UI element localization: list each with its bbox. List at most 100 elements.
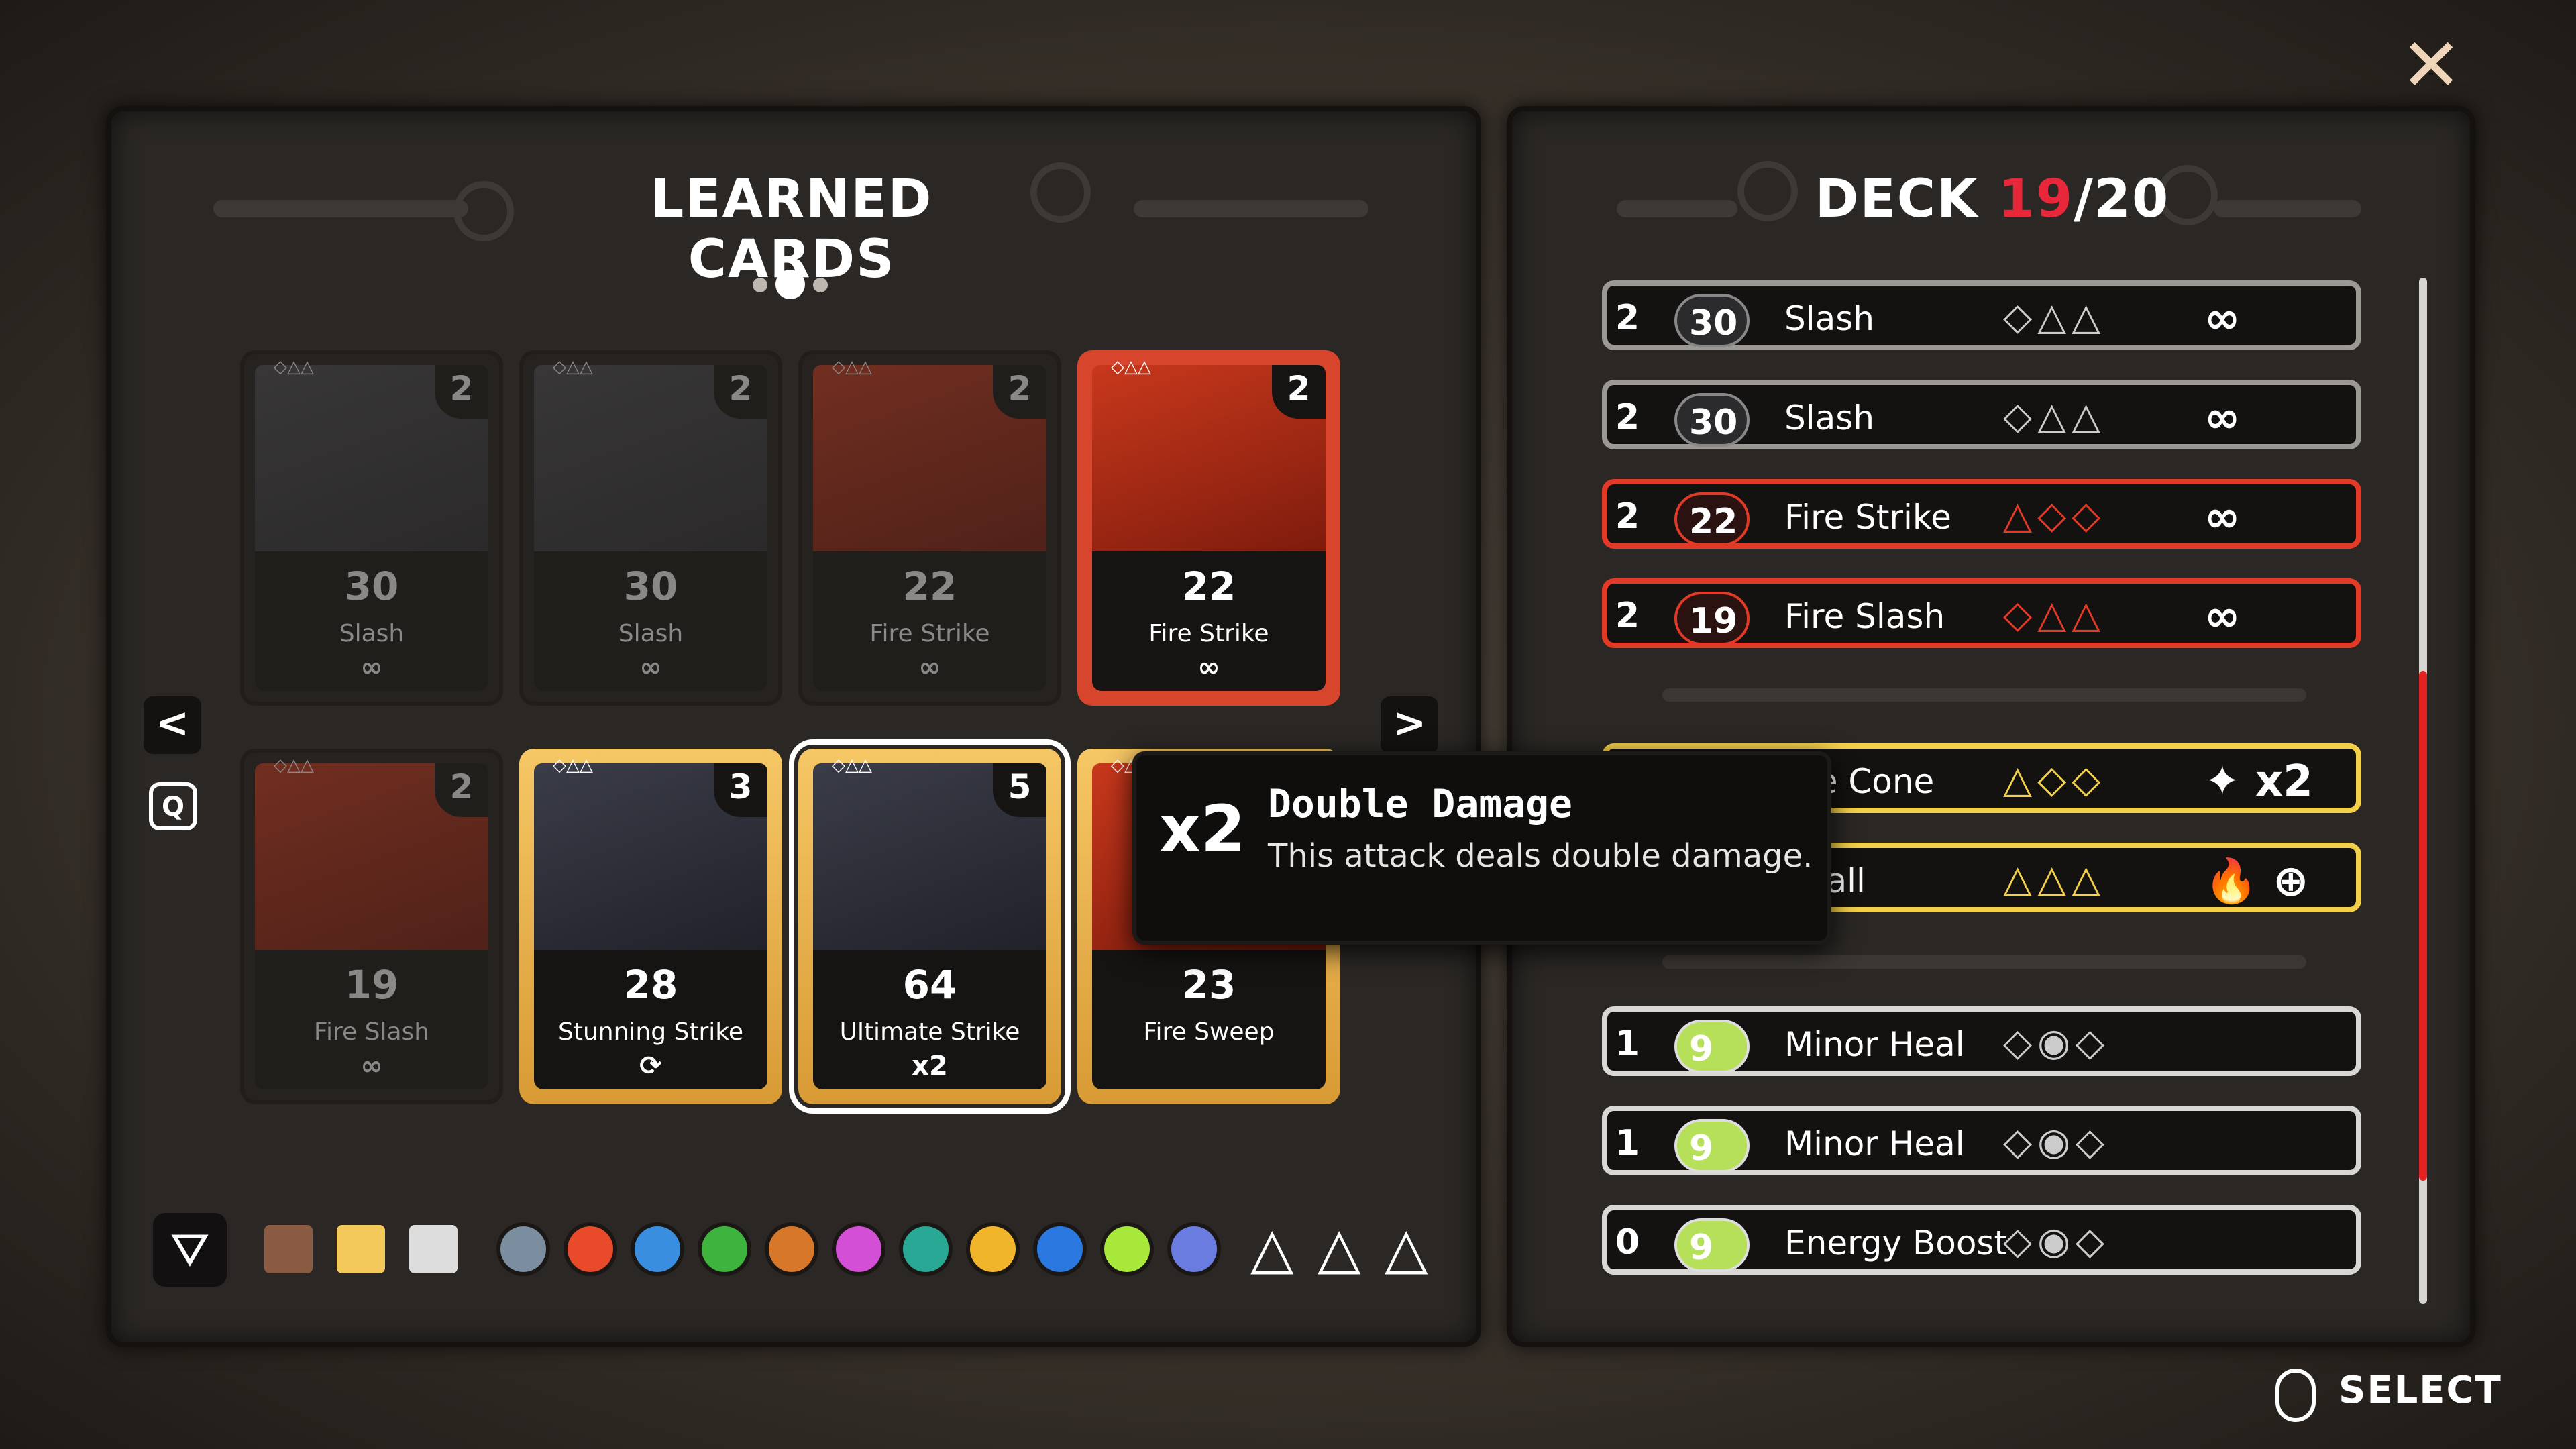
card-slash[interactable]: ◇△△ 2 30 Slash ∞ bbox=[240, 350, 503, 706]
card-cost: 2 bbox=[435, 763, 488, 817]
tooltip: x2 Double Damage This attack deals doubl… bbox=[1132, 751, 1831, 945]
deck-row-pips: △◇◇ bbox=[2003, 758, 2106, 802]
deck-row-end: ∞ bbox=[2204, 492, 2241, 542]
sword-icon[interactable] bbox=[496, 1222, 550, 1276]
deck-row-name: Energy Boost bbox=[1784, 1224, 2008, 1263]
rarity-filter-swatch[interactable] bbox=[409, 1225, 458, 1273]
title-decoration-left bbox=[213, 200, 468, 217]
deck-row-name: Slash bbox=[1784, 398, 1875, 437]
deck-row-name: Fire Slash bbox=[1784, 597, 1945, 636]
fire-icon[interactable] bbox=[564, 1222, 617, 1276]
q-key-hint: Q bbox=[149, 782, 197, 830]
card-cost: 2 bbox=[993, 365, 1046, 419]
deck-row-end: ∞ bbox=[2204, 294, 2241, 343]
card-value: 30 bbox=[623, 564, 678, 609]
deck-row-cost: 1 bbox=[1615, 1024, 1640, 1064]
deck-row-slash[interactable]: 2 30 Slash ◇△△ ∞ bbox=[1602, 380, 2361, 449]
deck-row-end: ∞ bbox=[2204, 592, 2241, 641]
card-tag: ∞ bbox=[360, 1051, 383, 1081]
deck-row-fire-slash[interactable]: 2 19 Fire Slash ◇△△ ∞ bbox=[1602, 578, 2361, 648]
deck-row-cost: 2 bbox=[1615, 397, 1640, 437]
rarity-filter-swatch[interactable] bbox=[337, 1225, 385, 1273]
card-name: Slash bbox=[339, 620, 405, 647]
deck-row-cost: 2 bbox=[1615, 596, 1640, 636]
deck-row-end: ∞ bbox=[2204, 393, 2241, 443]
cost-filter-triangle-icon[interactable]: △ bbox=[1318, 1220, 1361, 1276]
card-tag: ∞ bbox=[1197, 652, 1220, 683]
close-button[interactable]: ✕ bbox=[2400, 28, 2462, 102]
deck-title: DECK 19/20 bbox=[1815, 169, 2170, 229]
deck-row-slash[interactable]: 2 30 Slash ◇△△ ∞ bbox=[1602, 280, 2361, 350]
card-cost: 2 bbox=[714, 365, 767, 419]
card-fire-strike[interactable]: ◇△△ 2 22 Fire Strike ∞ bbox=[1077, 350, 1340, 706]
prev-page-button[interactable]: < bbox=[144, 696, 201, 754]
deck-row-pips: ◇△△ bbox=[2003, 394, 2106, 438]
deck-row-cost: 2 bbox=[1615, 298, 1640, 338]
card-fire-slash[interactable]: ◇△△ 2 19 Fire Slash ∞ bbox=[240, 749, 503, 1104]
ice-icon[interactable] bbox=[631, 1222, 684, 1276]
mouse-icon bbox=[2275, 1368, 2316, 1422]
tooltip-badge: x2 bbox=[1159, 792, 1246, 867]
card-pips: ◇△△ bbox=[274, 755, 314, 775]
card-pips: ◇△△ bbox=[274, 357, 314, 377]
filter-icon[interactable]: ⛛ bbox=[153, 1213, 227, 1287]
card-pips: ◇△△ bbox=[553, 357, 593, 377]
deck-row-end: ✦ x2 bbox=[2204, 757, 2313, 806]
deck-row-pips: △△△ bbox=[2003, 857, 2106, 901]
arcane-icon[interactable] bbox=[832, 1222, 885, 1276]
card-value: 23 bbox=[1181, 962, 1236, 1008]
card-slash[interactable]: ◇△△ 2 30 Slash ∞ bbox=[519, 350, 782, 706]
water-icon[interactable] bbox=[1033, 1222, 1087, 1276]
cost-filter-triangle-icon[interactable]: △ bbox=[1385, 1220, 1428, 1276]
deck-row-pips: △◇◇ bbox=[2003, 494, 2106, 537]
card-stunning-strike[interactable]: ◇△△ 3 28 Stunning Strike ⟳ bbox=[519, 749, 782, 1104]
wind-icon[interactable] bbox=[899, 1222, 953, 1276]
card-fire-strike[interactable]: ◇△△ 2 22 Fire Strike ∞ bbox=[798, 350, 1061, 706]
deck-row-pips: ◇◉◇ bbox=[2003, 1021, 2110, 1065]
card-name: Fire Strike bbox=[1148, 620, 1269, 647]
page-dot[interactable] bbox=[753, 278, 767, 292]
card-name: Fire Strike bbox=[869, 620, 990, 647]
deck-row-pips: ◇△△ bbox=[2003, 593, 2106, 637]
deck-row-value: 30 bbox=[1674, 294, 1750, 347]
deck-row-fire-strike[interactable]: 2 22 Fire Strike △◇◇ ∞ bbox=[1602, 479, 2361, 549]
tooltip-text: This attack deals double damage. bbox=[1268, 837, 1813, 875]
cost-filter-triangle-icon[interactable]: △ bbox=[1250, 1220, 1294, 1276]
star-icon[interactable] bbox=[1167, 1222, 1221, 1276]
card-ultimate-strike[interactable]: ◇△△ 5 64 Ultimate Strike x2 bbox=[789, 739, 1071, 1114]
card-value: 19 bbox=[344, 962, 399, 1008]
deck-row-value: 19 bbox=[1674, 592, 1750, 645]
card-value: 64 bbox=[902, 962, 957, 1008]
deck-row-energy-boost[interactable]: 0 9 Energy Boost ◇◉◇ bbox=[1602, 1205, 2361, 1275]
page-dot-active[interactable] bbox=[775, 270, 805, 299]
card-pips: ◇△△ bbox=[1111, 357, 1151, 377]
card-cost: 5 bbox=[993, 763, 1046, 817]
deck-row-end: 🔥 ⊕ bbox=[2204, 857, 2309, 906]
deck-row-cost: 1 bbox=[1615, 1123, 1640, 1163]
deck-row-minor-heal[interactable]: 1 9 Minor Heal ◇◉◇ bbox=[1602, 1006, 2361, 1076]
card-value: 22 bbox=[1181, 564, 1236, 609]
deck-row-value: 30 bbox=[1674, 393, 1750, 447]
card-pips: ◇△△ bbox=[832, 357, 872, 377]
heart-icon[interactable] bbox=[1100, 1222, 1154, 1276]
title-decoration-left bbox=[1617, 200, 1737, 217]
deck-count: 19 bbox=[1998, 169, 2074, 229]
page-dot[interactable] bbox=[813, 278, 828, 292]
earth-icon[interactable] bbox=[765, 1222, 818, 1276]
separator bbox=[1662, 955, 2306, 969]
deck-row-pips: ◇◉◇ bbox=[2003, 1120, 2110, 1164]
deck-row-pips: ◇◉◇ bbox=[2003, 1220, 2110, 1263]
deck-row-minor-heal[interactable]: 1 9 Minor Heal ◇◉◇ bbox=[1602, 1106, 2361, 1175]
deck-row-pips: ◇△△ bbox=[2003, 295, 2106, 339]
title-decoration-right bbox=[2214, 200, 2361, 217]
next-page-button[interactable]: > bbox=[1381, 696, 1438, 754]
title-decoration-ring bbox=[453, 181, 514, 241]
deck-scroll-thumb[interactable] bbox=[2419, 671, 2427, 1181]
card-name: Fire Slash bbox=[313, 1018, 430, 1046]
select-hint-label: SELECT bbox=[2339, 1368, 2502, 1412]
card-name: Slash bbox=[618, 620, 684, 647]
nature-icon[interactable] bbox=[698, 1222, 751, 1276]
deck-row-cost: 0 bbox=[1615, 1222, 1640, 1263]
rarity-filter-swatch[interactable] bbox=[264, 1225, 313, 1273]
lightning-icon[interactable] bbox=[966, 1222, 1020, 1276]
